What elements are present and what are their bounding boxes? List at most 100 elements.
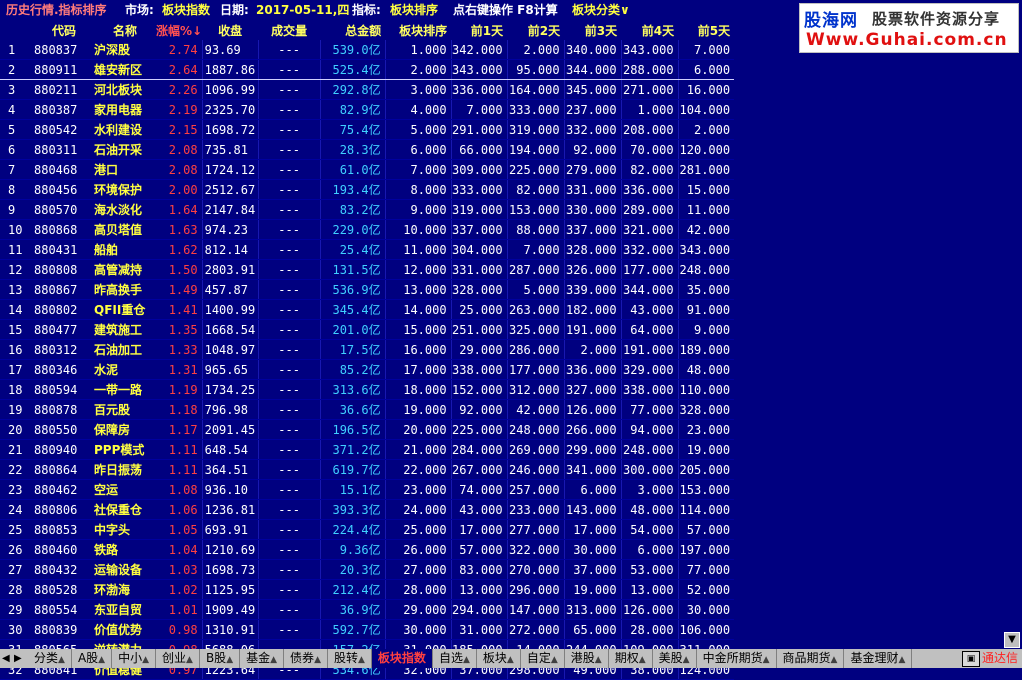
table-row[interactable]: 16 880312 石油加工 1.33 1048.97 --- 17.5亿 16.000 29.… bbox=[0, 339, 735, 360]
table-row[interactable]: 27 880432 运输设备 1.03 1698.73 --- 20.3亿 27.000 83.… bbox=[0, 559, 735, 580]
row-day2: 325.000 bbox=[506, 319, 565, 340]
header-close[interactable]: 收盘 bbox=[202, 21, 258, 40]
row-day4: 321.000 bbox=[620, 219, 679, 240]
row-change: 0.98 bbox=[156, 619, 203, 640]
tab-7[interactable]: 股转▲ bbox=[328, 649, 372, 668]
history-mode-label[interactable]: 历史行情.指标排序 bbox=[6, 1, 107, 19]
table-row[interactable]: 19 880878 百元股 1.18 796.98 --- 36.6亿 19.000 92.00… bbox=[0, 399, 735, 420]
tab-caret-icon: ▲ bbox=[58, 655, 65, 665]
header-amount[interactable]: 总金额 bbox=[320, 21, 385, 40]
header-day2[interactable]: 前2天 bbox=[507, 21, 564, 40]
tab-5[interactable]: 基金▲ bbox=[240, 649, 285, 668]
header-day5[interactable]: 前5天 bbox=[678, 21, 734, 40]
bottom-tab-bar: ◀ ▶ 分类▲ A股▲ 中小▲ 创业▲ B股▲ 基金▲ 债券▲ 股转▲ 板块指数 自选▲ 板块▲ 自定… bbox=[0, 649, 1022, 668]
row-day3: 182.000 bbox=[563, 299, 622, 320]
table-row[interactable]: 18 880594 一带一路 1.19 1734.25 --- 313.6亿 18.000 15… bbox=[0, 379, 735, 400]
table-row[interactable]: 14 880802 QFII重仓 1.41 1400.99 --- 345.4亿 14.000… bbox=[0, 299, 735, 320]
table-row[interactable]: 6 880311 石油开采 2.08 735.81 --- 28.3亿 6.000 66.000… bbox=[0, 139, 735, 160]
tab-15[interactable]: 中金所期货▲ bbox=[697, 649, 777, 668]
market-selector[interactable]: 板块指数 bbox=[162, 1, 210, 19]
row-day4: 191.000 bbox=[620, 339, 679, 360]
row-day3: 336.000 bbox=[563, 359, 622, 380]
row-volume: --- bbox=[257, 79, 321, 100]
logo-slogan: 股票软件资源分享 bbox=[872, 10, 1001, 28]
layout-toggle-icon[interactable]: ▣ bbox=[962, 651, 980, 667]
row-day3: 37.000 bbox=[563, 559, 622, 580]
guhai-logo: 股海网 股票软件资源分享 Www.Guhai.com.cn bbox=[799, 3, 1019, 53]
tab-11[interactable]: 自定▲ bbox=[521, 649, 565, 668]
header-name[interactable]: 名称 bbox=[94, 21, 156, 40]
date-value[interactable]: 2017-05-11,四 bbox=[256, 1, 349, 19]
table-row[interactable]: 20 880550 保障房 1.17 2091.45 --- 196.5亿 20.000 225… bbox=[0, 419, 735, 440]
header-day4[interactable]: 前4天 bbox=[621, 21, 678, 40]
table-row[interactable]: 29 880554 东亚自贸 1.01 1909.49 --- 36.9亿 29.000 294… bbox=[0, 599, 735, 620]
tab-3[interactable]: 创业▲ bbox=[156, 649, 200, 668]
table-row[interactable]: 5 880542 水利建设 2.15 1698.72 --- 75.4亿 5.000 291.0… bbox=[0, 119, 735, 140]
category-dropdown[interactable]: 板块分类∨ bbox=[572, 1, 630, 19]
header-day1[interactable]: 前1天 bbox=[451, 21, 507, 40]
tab-16[interactable]: 商品期货▲ bbox=[777, 649, 845, 668]
table-row[interactable]: 13 880867 昨高换手 1.49 457.87 --- 536.9亿 13.000 328… bbox=[0, 279, 735, 300]
row-code: 880550 bbox=[34, 419, 94, 440]
scroll-down-button[interactable]: ▼ bbox=[1004, 632, 1020, 648]
tab-9[interactable]: 自选▲ bbox=[433, 649, 477, 668]
table-row[interactable]: 2 880911 雄安新区 2.64 1887.86 --- 525.4亿 2.000 343.… bbox=[0, 59, 735, 80]
row-day3: 30.000 bbox=[563, 539, 622, 560]
tab-1[interactable]: A股▲ bbox=[72, 649, 113, 668]
table-row[interactable]: 12 880808 高管减持 1.50 2803.91 --- 131.5亿 12.000 33… bbox=[0, 259, 735, 280]
table-row[interactable]: 25 880853 中字头 1.05 693.91 --- 224.4亿 25.000 17.0… bbox=[0, 519, 735, 540]
tab-10[interactable]: 板块▲ bbox=[477, 649, 521, 668]
tab-label: 板块指数 bbox=[377, 651, 426, 665]
tab-13[interactable]: 期权▲ bbox=[609, 649, 653, 668]
tab-scroll-left-icon[interactable]: ◀ bbox=[2, 649, 10, 668]
tab-scroll-right-icon[interactable]: ▶ bbox=[14, 649, 22, 668]
tab-label: 基金 bbox=[246, 651, 271, 665]
table-row[interactable]: 4 880387 家用电器 2.19 2325.70 --- 82.9亿 4.000 7.000… bbox=[0, 99, 735, 120]
table-row[interactable]: 28 880528 环渤海 1.02 1125.95 --- 212.4亿 28.000 13.… bbox=[0, 579, 735, 600]
table-row[interactable]: 1 880837 沪深股 2.74 93.69 --- 539.0亿 1.000 342.000… bbox=[0, 40, 735, 60]
table-row[interactable]: 7 880468 港口 2.08 1724.12 --- 61.0亿 7.000 309.000… bbox=[0, 159, 735, 180]
row-day5: 281.000 bbox=[677, 159, 735, 180]
tab-14[interactable]: 美股▲ bbox=[653, 649, 697, 668]
table-row[interactable]: 21 880940 PPP模式 1.11 648.54 --- 371.2亿 21.000 28… bbox=[0, 439, 735, 460]
row-day2: 225.000 bbox=[506, 159, 565, 180]
table-row[interactable]: 8 880456 环境保护 2.00 2512.67 --- 193.4亿 8.000 333.… bbox=[0, 179, 735, 200]
header-rank[interactable]: 板块排序 bbox=[385, 21, 451, 40]
tab-4[interactable]: B股▲ bbox=[200, 649, 241, 668]
table-row[interactable]: 24 880806 社保重仓 1.06 1236.81 --- 393.3亿 24.000 43… bbox=[0, 499, 735, 520]
tab-8[interactable]: 板块指数 bbox=[371, 649, 433, 668]
tab-6[interactable]: 债券▲ bbox=[284, 649, 328, 668]
table-row[interactable]: 9 880570 海水淡化 1.64 2147.84 --- 83.2亿 9.000 319.0… bbox=[0, 199, 735, 220]
row-day5: 11.000 bbox=[677, 199, 735, 220]
row-day4: 54.000 bbox=[620, 519, 679, 540]
header-volume[interactable]: 成交量 bbox=[258, 21, 320, 40]
header-code[interactable]: 代码 bbox=[34, 21, 94, 40]
row-day4: 300.000 bbox=[620, 459, 679, 480]
tab-2[interactable]: 中小▲ bbox=[112, 649, 157, 668]
row-day3: 299.000 bbox=[563, 439, 622, 460]
tab-12[interactable]: 港股▲ bbox=[565, 649, 609, 668]
tab-17[interactable]: 基金理财▲ bbox=[844, 649, 913, 668]
tab-0[interactable]: 分类▲ bbox=[28, 649, 72, 668]
table-row[interactable]: 30 880839 价值优势 0.98 1310.91 --- 592.7亿 30.000 31… bbox=[0, 619, 735, 640]
header-day3[interactable]: 前3天 bbox=[564, 21, 621, 40]
row-day5: 9.000 bbox=[677, 319, 735, 340]
row-volume: --- bbox=[257, 239, 321, 260]
row-name: 建筑施工 bbox=[94, 319, 156, 340]
table-row[interactable]: 23 880462 空运 1.08 936.10 --- 15.1亿 23.000 74.000… bbox=[0, 479, 735, 500]
table-row[interactable]: 10 880868 高贝塔值 1.63 974.23 --- 229.0亿 10.000 337… bbox=[0, 219, 735, 240]
table-row[interactable]: 15 880477 建筑施工 1.35 1668.54 --- 201.0亿 15.000 25… bbox=[0, 319, 735, 340]
header-change[interactable]: 涨幅%↓ bbox=[156, 21, 202, 40]
table-row[interactable]: 3 880211 河北板块 2.26 1096.99 --- 292.8亿 3.000 336.… bbox=[0, 79, 735, 100]
row-volume: --- bbox=[257, 319, 321, 340]
tab-caret-icon: ▲ bbox=[682, 655, 690, 665]
table-row[interactable]: 11 880431 船舶 1.62 812.14 --- 25.4亿 11.000 304.00… bbox=[0, 239, 735, 260]
table-row[interactable]: 22 880864 昨日振荡 1.11 364.51 --- 619.7亿 22.000 267… bbox=[0, 459, 735, 480]
table-row[interactable]: 26 880460 铁路 1.04 1210.69 --- 9.36亿 26.000 57.00… bbox=[0, 539, 735, 560]
row-day1: 319.000 bbox=[450, 199, 508, 220]
indicator-selector[interactable]: 板块排序 bbox=[390, 1, 438, 19]
row-code: 880477 bbox=[34, 319, 94, 340]
table-row[interactable]: 17 880346 水泥 1.31 965.65 --- 85.2亿 17.000 338.00… bbox=[0, 359, 735, 380]
row-day1: 74.000 bbox=[450, 479, 508, 500]
row-day5: 2.000 bbox=[677, 119, 735, 140]
